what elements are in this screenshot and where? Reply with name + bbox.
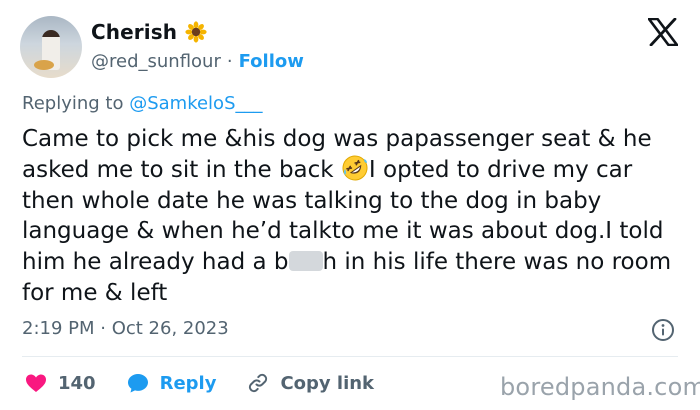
- reply-bubble-icon: [127, 374, 148, 393]
- like-button[interactable]: 140: [24, 371, 96, 395]
- x-logo-icon[interactable]: [648, 18, 678, 46]
- copy-link-button[interactable]: Copy link: [246, 371, 374, 395]
- info-icon[interactable]: [651, 318, 675, 342]
- tweet-timestamp[interactable]: 2:19 PM · Oct 26, 2023: [22, 318, 229, 339]
- avatar[interactable]: [20, 16, 82, 78]
- user-handle[interactable]: @red_sunflour: [91, 51, 221, 72]
- sunflower-icon: [185, 21, 207, 43]
- censor-blur: [288, 251, 323, 272]
- follow-button[interactable]: Follow: [239, 51, 304, 72]
- reply-mention[interactable]: @SamkeloS___: [129, 93, 262, 114]
- replying-to: Replying to @SamkeloS___: [22, 93, 263, 114]
- user-info: Cherish @red_sunflour · Follow: [91, 20, 304, 72]
- rolling-on-floor-laughing-icon: [342, 155, 368, 181]
- replying-prefix: Replying to: [22, 93, 130, 114]
- link-icon: [249, 373, 268, 393]
- tweet-text: Came to pick me &his dog was papassenger…: [22, 124, 682, 309]
- handle-row: @red_sunflour · Follow: [91, 51, 304, 72]
- action-bar: 140 Reply Copy link: [24, 371, 404, 395]
- avatar-hat: [34, 60, 54, 70]
- heart-icon: [26, 374, 46, 392]
- reply-label: Reply: [159, 372, 217, 394]
- watermark: boredpanda.com: [500, 373, 700, 401]
- tweet-header: Cherish @red_sunflour · Follow: [20, 16, 304, 78]
- name-row: Cherish: [91, 20, 304, 44]
- copy-link-label: Copy link: [280, 372, 375, 394]
- divider: [22, 356, 678, 357]
- handle-separator: ·: [226, 51, 233, 72]
- reply-button[interactable]: Reply: [126, 371, 217, 395]
- like-count: 140: [58, 372, 96, 394]
- display-name[interactable]: Cherish: [91, 20, 177, 44]
